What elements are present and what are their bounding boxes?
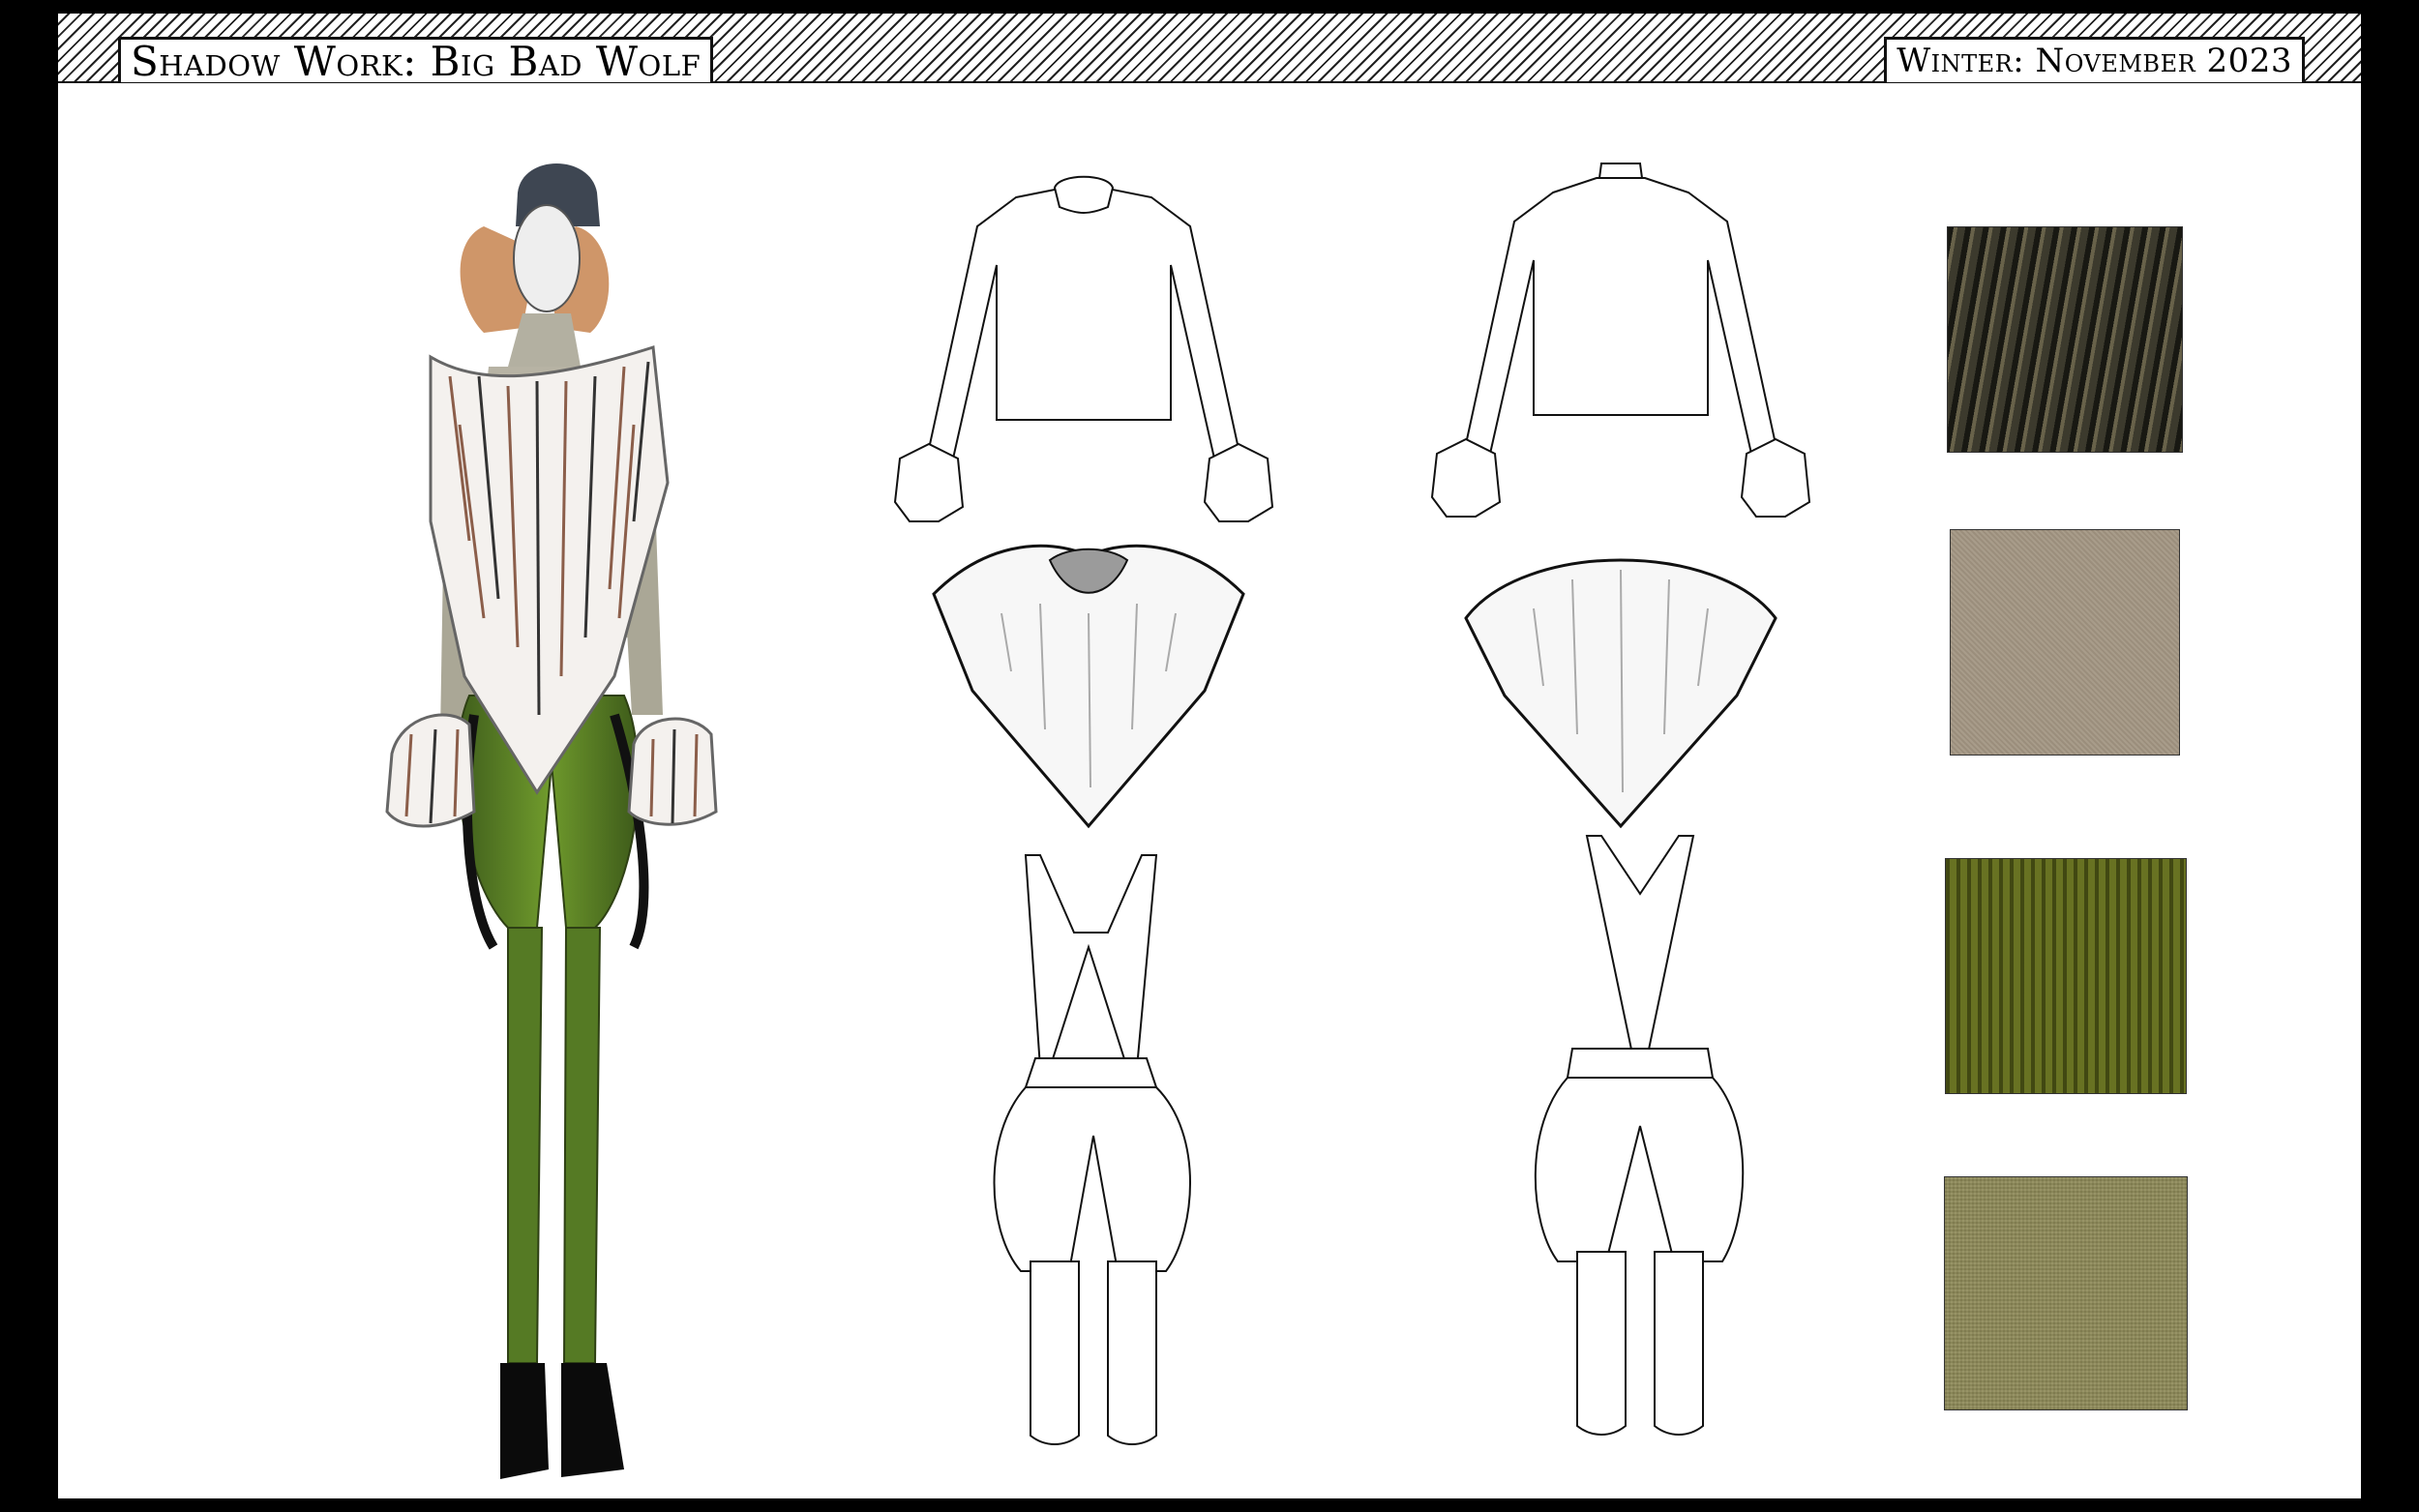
corduroy-swatch (1945, 858, 2187, 1094)
design-board: Shadow Work: Big Bad Wolf Winter: Novemb… (58, 14, 2361, 1498)
capelet-front-flat (932, 544, 1245, 829)
breeches-back-flat (1534, 835, 1745, 1436)
knit-swatch (1950, 529, 2180, 756)
board-title: Shadow Work: Big Bad Wolf (118, 37, 714, 85)
season-label: Winter: November 2023 (1884, 37, 2305, 82)
header-banner: Shadow Work: Big Bad Wolf Winter: Novemb… (58, 14, 2361, 85)
costume-illustration (385, 163, 718, 1479)
turtleneck-front-flat (893, 175, 1274, 522)
canvas-swatch (1944, 1176, 2188, 1410)
turtleneck-back-flat (1430, 163, 1811, 518)
capelet-back-flat (1464, 558, 1777, 829)
breeches-front-flat (993, 854, 1191, 1445)
fur-swatch (1947, 226, 2183, 453)
